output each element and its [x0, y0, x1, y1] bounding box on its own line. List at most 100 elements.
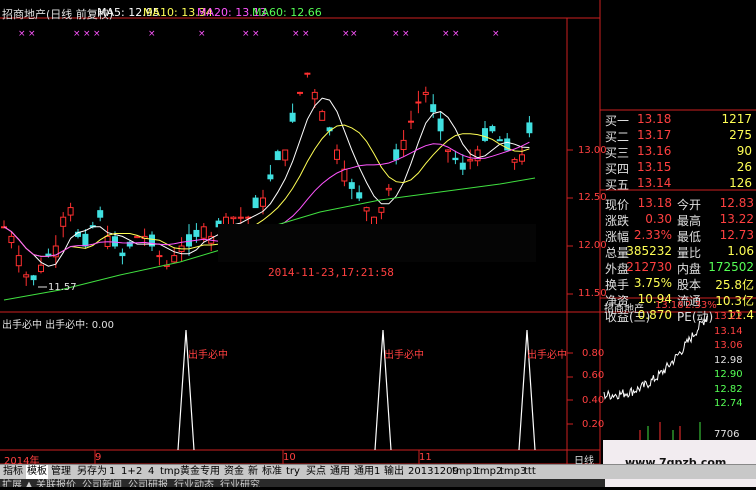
extension-tab[interactable]: 行业动态: [174, 479, 214, 487]
candle: [67, 207, 74, 216]
bid-row: 买三 13.16 90: [601, 144, 756, 160]
candle: [82, 233, 89, 247]
template-tab[interactable]: 管理: [50, 465, 72, 479]
bid-volume: 275: [729, 128, 752, 142]
mini-axis-label: 13.22: [714, 311, 743, 322]
template-tab-bar: 指标 模板 管理 另存为 1 1+ 2 4 tmp 黄金专用 资金新标准 try 买点 通用 通用1 输出 20…: [0, 464, 756, 479]
candle: [482, 128, 488, 141]
extension-tab[interactable]: 公司研报: [128, 479, 168, 487]
bid-label: 买一: [605, 114, 630, 128]
candle: [252, 197, 259, 209]
signal-marker: ×: [342, 29, 350, 39]
template-tab[interactable]: 通用: [329, 465, 351, 479]
template-tab[interactable]: 标准: [261, 465, 283, 479]
signal-marker: ×: [93, 29, 101, 39]
stat-value: 13.22: [719, 212, 754, 226]
mini-volume: 7706: [714, 429, 740, 440]
indicator-title: 出手必中 出手必中: 0.00: [2, 320, 114, 331]
stat-label: 今开: [677, 198, 702, 212]
template-tab[interactable]: 资金: [223, 465, 245, 479]
candle: [260, 197, 266, 207]
signal-marker: ×: [350, 29, 358, 39]
candle: [445, 149, 451, 152]
candle: [378, 207, 385, 213]
mini-pct: 2.33%: [685, 300, 717, 311]
candle: [408, 120, 414, 123]
bid-volume: 126: [729, 176, 752, 190]
template-tab[interactable]: 买点: [305, 465, 327, 479]
template-tab[interactable]: 新: [247, 465, 259, 479]
candle: [156, 255, 163, 258]
signal-marker: ×: [402, 29, 410, 39]
signal-marker: ×: [302, 29, 310, 39]
template-tab[interactable]: 黄金专用: [179, 465, 221, 479]
template-tab[interactable]: 另存为: [76, 465, 108, 479]
signal-marker: ×: [28, 29, 36, 39]
template-tab[interactable]: 2: [135, 465, 143, 479]
stat-value: 13.18: [637, 196, 672, 210]
stat-label: 现价: [605, 198, 630, 212]
bid-price: 13.16: [637, 144, 672, 158]
bid-volume: 90: [736, 144, 752, 158]
stat-row: 涨跌 0.30 最高 13.22: [601, 212, 756, 228]
bid-label: 买三: [605, 146, 630, 160]
signal-marker: ×: [73, 29, 81, 39]
candle: [200, 226, 207, 239]
signal-label: 出手必中: [527, 350, 567, 361]
template-tab[interactable]: 1: [108, 465, 116, 479]
candle: [393, 149, 400, 161]
bid-row: 买二 13.17 275: [601, 128, 756, 144]
candle: [474, 149, 481, 162]
signal-marker: ×: [452, 29, 460, 39]
bid-price: 13.14: [637, 176, 672, 190]
candle: [60, 216, 67, 227]
stat-value: 172502: [708, 260, 754, 274]
candle: [489, 126, 496, 132]
stock-chart-window: × × × × × × × × × × × × × × × × × × 招商地产(日线 前复权) MA5: 12.…: [0, 0, 756, 487]
stat-value: 385232: [626, 244, 672, 258]
candle: [186, 234, 192, 247]
extension-tab[interactable]: 关联报价: [36, 479, 76, 487]
bid-label: 买二: [605, 130, 630, 144]
stat-value: 1.06: [727, 244, 754, 258]
candle: [23, 274, 30, 278]
signal-marker: ×: [392, 29, 400, 39]
extension-tab[interactable]: 公司新闻: [82, 479, 122, 487]
template-tab[interactable]: try: [285, 465, 301, 479]
month-label: 10: [283, 452, 296, 463]
signal-marker: ×: [148, 29, 156, 39]
stat-row: 现价 13.18 今开 12.83: [601, 196, 756, 212]
candle: [267, 174, 274, 180]
bid-volume: 26: [736, 160, 752, 174]
stat-value: 3.75%: [633, 276, 672, 290]
stat-value: 12.73: [719, 228, 754, 242]
candle: [45, 253, 52, 257]
indicator-axis-label: 0.20: [582, 419, 605, 430]
mini-stock-name: 招商地产: [604, 304, 644, 315]
template-tab[interactable]: ttt: [523, 465, 537, 479]
candle: [230, 216, 237, 220]
extension-tab[interactable]: 行业研究: [220, 479, 260, 487]
candle: [15, 255, 22, 267]
stat-value: 2.33%: [633, 228, 672, 242]
template-tab[interactable]: 4: [147, 465, 155, 479]
bid-price: 13.18: [637, 112, 672, 126]
template-tab[interactable]: 指标: [2, 465, 24, 479]
stat-row: 总量 385232 量比 1.06: [601, 244, 756, 260]
template-tab[interactable]: 通用1: [353, 465, 381, 479]
overlay-box: [218, 224, 536, 262]
extension-tab[interactable]: 扩展 ▲: [2, 479, 33, 487]
signal-label: 出手必中: [188, 350, 228, 361]
template-tab[interactable]: 模板: [26, 465, 48, 479]
signal-marker: ×: [492, 29, 500, 39]
low-marker: 11.57: [48, 282, 77, 293]
candle: [97, 210, 104, 218]
bid-label: 买四: [605, 162, 630, 176]
stat-value: 10.3亿: [715, 294, 754, 308]
stat-label: 最高: [677, 214, 702, 228]
template-tab[interactable]: 输出: [383, 465, 405, 479]
candle: [8, 235, 15, 244]
template-tab[interactable]: tmp: [159, 465, 181, 479]
mini-axis-label: 13.06: [714, 340, 743, 351]
candle: [334, 149, 340, 160]
